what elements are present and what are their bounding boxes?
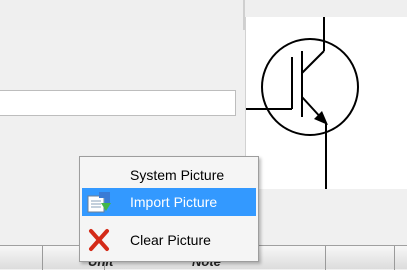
import-picture-icon xyxy=(86,190,112,214)
column-divider xyxy=(325,246,326,270)
picture-context-menu: System Picture Import Picture Clear Pict… xyxy=(79,156,259,262)
igbt-transistor-symbol xyxy=(246,17,359,189)
menu-item-label: Clear Picture xyxy=(130,232,211,248)
text-input-field[interactable] xyxy=(0,90,236,116)
column-divider xyxy=(42,246,43,270)
component-picture-frame[interactable] xyxy=(245,17,407,189)
menu-item-system-picture[interactable]: System Picture xyxy=(82,161,256,189)
menu-item-label: Import Picture xyxy=(130,194,218,210)
menu-item-label: System Picture xyxy=(130,167,225,183)
column-divider xyxy=(394,246,395,270)
menu-item-import-picture[interactable]: Import Picture xyxy=(82,188,256,216)
red-x-icon xyxy=(86,228,112,252)
menu-item-clear-picture[interactable]: Clear Picture xyxy=(82,226,256,254)
